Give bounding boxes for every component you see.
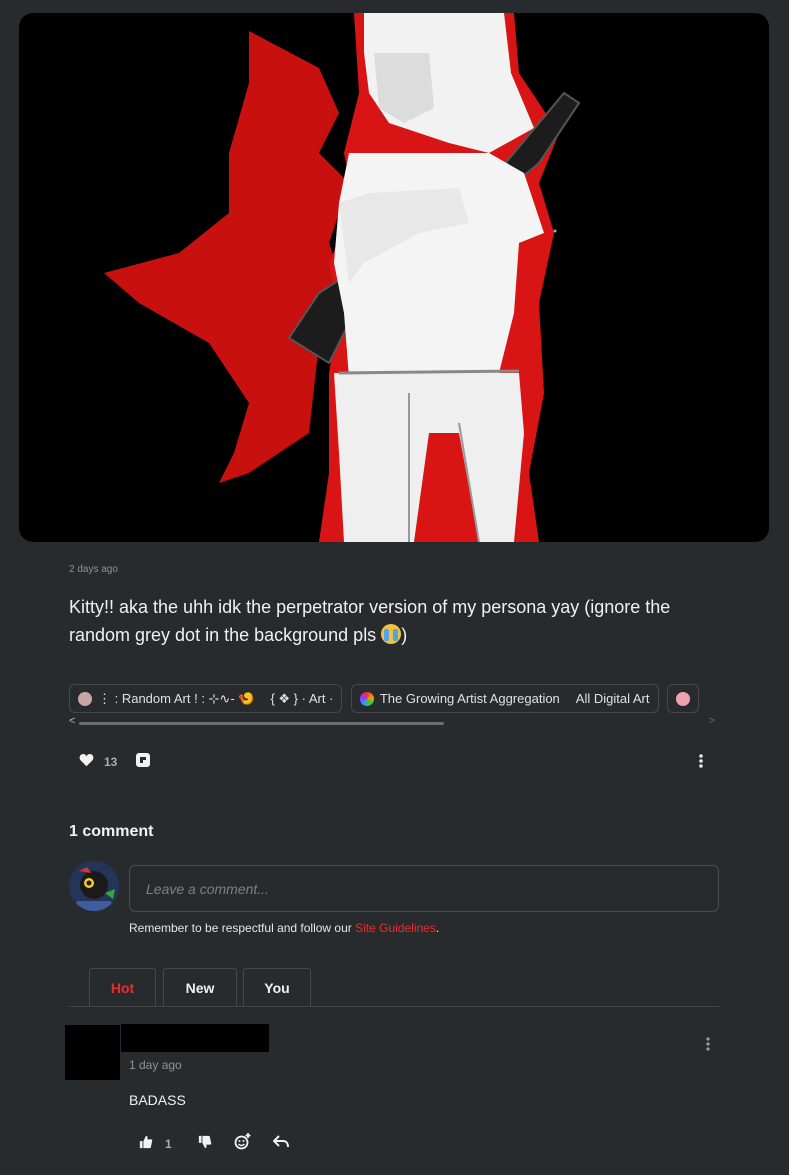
heart-icon[interactable]: [79, 753, 94, 772]
tag-label: The Growing Artist Aggregation: [379, 691, 560, 706]
tag-group-random-art[interactable]: ⋮ : Random Art ! : ⊹∿- 🍤 { ❖ } · Art ·: [69, 684, 343, 713]
tag-label: All Digital Art: [575, 691, 650, 706]
belt-line: [338, 369, 520, 375]
tag-label: ⋮ : Random Art ! : ⊹∿- 🍤: [98, 690, 255, 706]
tag-growing-artist[interactable]: The Growing Artist Aggregation: [359, 691, 560, 706]
red-burst-shape: [104, 31, 349, 483]
post-caption: Kitty!! aka the uhh idk the perpetrator …: [69, 593, 709, 649]
comment-more-options-icon[interactable]: [703, 1036, 713, 1057]
guidelines-note: Remember to be respectful and follow our…: [129, 921, 439, 935]
like-count: 13: [104, 755, 118, 769]
tab-hot[interactable]: Hot: [89, 968, 156, 1006]
caption-end: ): [401, 625, 408, 645]
site-guidelines-link[interactable]: Site Guidelines: [355, 921, 436, 935]
artwork-illustration: [104, 13, 581, 542]
comment-text: BADASS: [129, 1092, 186, 1108]
avatar-icon: [78, 691, 92, 706]
post-actions: 13: [79, 752, 151, 772]
tag-art[interactable]: { ❖ } · Art ·: [270, 691, 333, 707]
tag-all-digital-art[interactable]: All Digital Art: [576, 691, 650, 706]
guidelines-text: Remember to be respectful and follow our: [129, 921, 356, 935]
current-user-avatar[interactable]: [69, 861, 119, 911]
commenter-name[interactable]: [121, 1024, 269, 1052]
reblog-icon[interactable]: [135, 752, 151, 773]
reply-icon[interactable]: [272, 1134, 289, 1154]
grey-dot: [553, 229, 557, 233]
crying-emoji-icon: [381, 624, 402, 644]
scroll-left-icon[interactable]: <: [69, 715, 75, 727]
thumbs-up-icon[interactable]: [139, 1135, 153, 1154]
tag-group-more[interactable]: [666, 684, 699, 713]
add-reaction-icon[interactable]: [234, 1133, 251, 1155]
scroll-right-icon[interactable]: >: [709, 715, 715, 727]
comment-sort-tabs: Hot New You: [69, 968, 719, 1007]
comment-actions: 1: [139, 1133, 289, 1155]
caption-text: Kitty!! aka the uhh idk the perpetrator …: [69, 597, 671, 645]
tag-scrollbar[interactable]: < >: [69, 715, 719, 729]
comments-title: 1 comment: [69, 823, 154, 840]
tag-label: { ❖ } · Art ·: [270, 690, 334, 706]
post-timestamp: 2 days ago: [69, 564, 118, 575]
post-artwork[interactable]: [19, 13, 769, 542]
guidelines-end: .: [435, 921, 440, 935]
scroll-thumb[interactable]: [79, 722, 444, 725]
comment-timestamp: 1 day ago: [129, 1058, 182, 1072]
commenter-avatar[interactable]: [65, 1025, 120, 1080]
thumbs-down-icon[interactable]: [198, 1135, 212, 1154]
palette-icon: [359, 691, 374, 706]
post-more-options-icon[interactable]: [695, 753, 707, 774]
tag-group-growing-artist[interactable]: The Growing Artist Aggregation All Digit…: [350, 684, 659, 713]
comment-upvote-count: 1: [165, 1137, 172, 1151]
pink-avatar-icon: [675, 691, 690, 706]
tag-bar: ⋮ : Random Art ! : ⊹∿- 🍤 { ❖ } · Art · T…: [69, 684, 719, 715]
tag-random-art[interactable]: ⋮ : Random Art ! : ⊹∿- 🍤: [78, 691, 254, 707]
tab-you[interactable]: You: [243, 968, 311, 1006]
comment-input[interactable]: [129, 865, 719, 912]
tag-more[interactable]: [675, 691, 690, 706]
tab-new[interactable]: New: [163, 968, 237, 1006]
